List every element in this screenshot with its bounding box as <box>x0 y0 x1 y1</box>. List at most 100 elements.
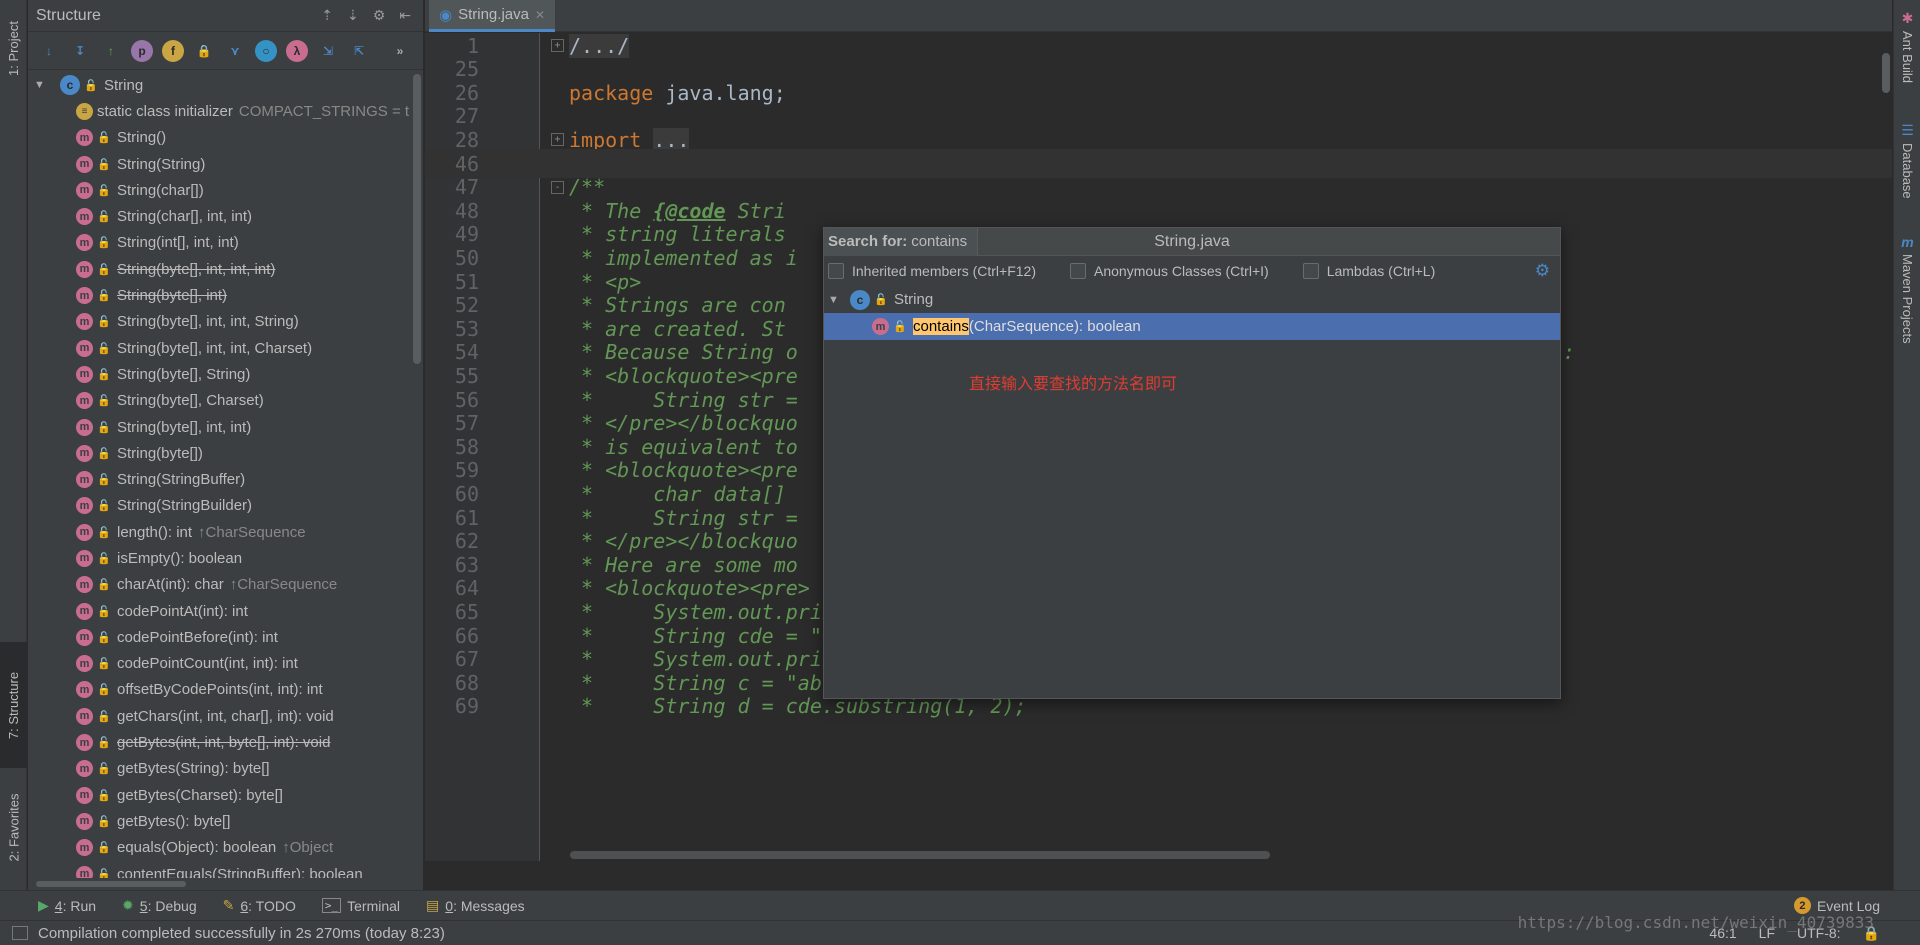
run-icon: ▶ <box>38 897 49 913</box>
method-icon: m <box>76 760 93 778</box>
structure-item[interactable]: m 🔓 offsetByCodePoints(int, int): int <box>28 677 411 703</box>
structure-item[interactable]: m 🔓 equals(Object): boolean ↑Object <box>28 835 411 861</box>
structure-item[interactable]: m 🔓 codePointCount(int, int): int <box>28 651 411 677</box>
autoscroll-from-source-icon[interactable]: ⇱ <box>348 40 370 62</box>
show-fields-icon[interactable]: f <box>162 39 184 62</box>
structure-item[interactable]: m 🔓 String(byte[], int, int) <box>28 414 411 440</box>
method-icon: m <box>76 549 93 567</box>
popup-options: Inherited members (Ctrl+F12) Anonymous C… <box>824 256 1560 286</box>
tool-debug[interactable]: ✹ 5: Debug <box>122 897 197 914</box>
search-label: Search for: <box>828 233 908 250</box>
autoscroll-to-source-icon[interactable]: ⇲ <box>317 40 339 62</box>
structure-item[interactable]: m 🔓 getBytes(): byte[] <box>28 808 411 834</box>
database-icon: ☰ <box>1901 122 1914 138</box>
structure-item[interactable]: m 🔓 String(byte[], int, int, Charset) <box>28 335 411 361</box>
tab-ant-build[interactable]: ✱ Ant Build <box>1894 10 1920 83</box>
public-icon: 🔓 <box>84 79 98 92</box>
tool-todo[interactable]: ✎ 6: TODO <box>223 897 296 914</box>
structure-item[interactable]: m 🔓 codePointBefore(int): int <box>28 624 411 650</box>
popup-root-row[interactable]: ▼ c 🔓 String <box>824 286 1560 313</box>
expand-arrow-icon[interactable]: ▼ <box>34 79 50 91</box>
structure-item[interactable]: m 🔓 String(String) <box>28 151 411 177</box>
structure-item[interactable]: m 🔓 String(char[]) <box>28 177 411 203</box>
structure-item[interactable]: m 🔓 String(int[], int, int) <box>28 230 411 256</box>
expand-arrow-icon[interactable]: ▼ <box>828 294 844 306</box>
editor-hscrollbar[interactable] <box>570 851 1270 859</box>
show-non-public-icon[interactable]: 🔒 <box>193 40 215 62</box>
tab-favorites[interactable]: 2: Favorites <box>0 782 27 872</box>
tool-todo-label: : TODO <box>248 897 296 914</box>
result-match: contains <box>913 318 969 335</box>
structure-item[interactable]: m 🔓 String(byte[]) <box>28 440 411 466</box>
fold-marker-icon[interactable]: + <box>551 133 564 147</box>
structure-item[interactable]: m 🔓 getBytes(int, int, byte[], int): void <box>28 729 411 755</box>
structure-hscrollbar[interactable] <box>28 878 423 890</box>
structure-item[interactable]: ≡ static class initializer COMPACT_STRINGS… <box>28 98 411 124</box>
tool-run[interactable]: ▶ 4: Run <box>38 897 96 914</box>
option-inherited[interactable]: Inherited members (Ctrl+F12) <box>828 263 1036 279</box>
structure-item[interactable]: m 🔓 length(): int ↑CharSequence <box>28 519 411 545</box>
fold-marker-icon[interactable]: + <box>551 39 564 52</box>
gear-icon[interactable]: ⚙ <box>373 7 386 24</box>
structure-item[interactable]: m 🔓 String(byte[], int, int, String) <box>28 309 411 335</box>
tab-maven-label: Maven Projects <box>1900 254 1915 344</box>
option-anonymous[interactable]: Anonymous Classes (Ctrl+I) <box>1070 263 1269 279</box>
sort-alphabetically-icon[interactable]: ↧ <box>69 40 91 62</box>
anonymous-checkbox[interactable] <box>1070 263 1087 279</box>
method-icon: m <box>76 234 93 252</box>
method-icon: m <box>76 497 93 515</box>
structure-item[interactable]: m 🔓 getBytes(Charset): byte[] <box>28 782 411 808</box>
public-icon: 🔓 <box>97 552 111 565</box>
popup-result-row[interactable]: m 🔓 contains (CharSequence): boolean <box>824 313 1560 340</box>
show-lambdas-icon[interactable]: λ <box>286 39 308 62</box>
tool-messages[interactable]: ▤ 0: Messages <box>426 897 525 914</box>
structure-root[interactable]: ▼ c 🔓 String <box>28 72 411 98</box>
structure-item[interactable]: m 🔓 isEmpty(): boolean <box>28 545 411 571</box>
show-properties-icon[interactable]: p <box>131 39 153 62</box>
structure-item[interactable]: m 🔓 String(StringBuilder) <box>28 493 411 519</box>
structure-item[interactable]: m 🔓 String(byte[], String) <box>28 361 411 387</box>
show-inherited-icon[interactable]: ↑ <box>100 40 122 62</box>
close-icon[interactable]: ✕ <box>535 8 545 22</box>
show-anonymous-icon[interactable]: ○ <box>255 39 277 62</box>
structure-item[interactable]: m 🔓 getBytes(String): byte[] <box>28 756 411 782</box>
hide-panel-icon[interactable]: ⇤ <box>399 7 411 24</box>
tab-database[interactable]: ☰ Database <box>1894 122 1920 199</box>
more-icon[interactable]: » <box>389 40 411 62</box>
popup-gear-icon[interactable]: ⚙ <box>1535 261 1550 281</box>
sort-by-visibility-icon[interactable]: ↓ <box>38 40 60 62</box>
toggle-tool-windows-icon[interactable] <box>12 926 28 940</box>
structure-item[interactable]: m 🔓 String(char[], int, int) <box>28 203 411 229</box>
structure-item[interactable]: m 🔓 charAt(int): char ↑CharSequence <box>28 572 411 598</box>
structure-item[interactable]: m 🔓 String(StringBuffer) <box>28 466 411 492</box>
structure-item[interactable]: m 🔓 String(byte[], int, int, int) <box>28 256 411 282</box>
structure-item[interactable]: m 🔓 getChars(int, int, char[], int): void <box>28 703 411 729</box>
structure-item[interactable]: m 🔓 codePointAt(int): int <box>28 598 411 624</box>
tab-project[interactable]: 1: Project <box>0 8 27 88</box>
tab-structure[interactable]: 7: Structure <box>0 642 27 768</box>
tab-maven-projects[interactable]: m Maven Projects <box>1894 234 1920 344</box>
tab-database-label: Database <box>1900 143 1915 199</box>
expand-all-icon[interactable]: ⇡ <box>321 7 333 24</box>
fold-marker-icon[interactable]: - <box>551 180 564 194</box>
option-lambdas[interactable]: Lambdas (Ctrl+L) <box>1302 263 1435 279</box>
inherited-checkbox[interactable] <box>828 263 844 279</box>
event-log[interactable]: 2 Event Log <box>1793 897 1880 914</box>
tab-favorites-label: 2: Favorites <box>6 793 22 861</box>
tab-project-label: 1: Project <box>6 20 22 76</box>
tab-string-java[interactable]: ◉ String.java ✕ <box>429 0 556 32</box>
structure-item[interactable]: m 🔓 String(byte[], Charset) <box>28 388 411 414</box>
collapse-all-icon[interactable]: ⇣ <box>347 7 359 24</box>
method-icon: m <box>76 260 93 278</box>
public-icon: 🔓 <box>97 474 111 487</box>
tool-terminal[interactable]: >_ Terminal <box>321 897 401 914</box>
public-icon: 🔓 <box>97 526 111 539</box>
structure-tree: ▼ c 🔓 String ≡ static class initializer CO… <box>28 72 411 887</box>
structure-item[interactable]: m 🔓 String() <box>28 125 411 151</box>
structure-item[interactable]: m 🔓 String(byte[], int) <box>28 282 411 308</box>
popup-search-field[interactable]: Search for: contains <box>824 227 979 256</box>
tool-terminal-label: Terminal <box>347 897 401 914</box>
group-methods-icon[interactable]: ⋎ <box>224 40 246 62</box>
lambdas-checkbox[interactable] <box>1302 263 1319 279</box>
structure-scrollbar[interactable] <box>413 74 421 364</box>
